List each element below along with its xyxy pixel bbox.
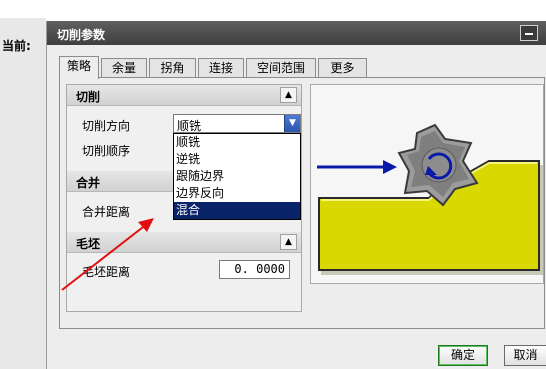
cut-direction-dropdown: 顺铣 逆铣 跟随边界 边界反向 混合 [173, 133, 301, 220]
tab-corner[interactable]: 拐角 [149, 58, 196, 78]
background-strip [0, 0, 546, 18]
feed-arrow-head [383, 160, 397, 174]
dialog-titlebar[interactable]: 切削参数 [47, 21, 546, 45]
dropdown-option[interactable]: 逆铣 [174, 151, 300, 168]
collapse-up-icon[interactable]: ▲ [280, 234, 297, 250]
cutting-parameters-dialog: 切削参数 策略 余量 拐角 连接 空间范围 更多 切削 ▲ 切削方向 顺铣 ▼ … [46, 21, 546, 369]
blank-distance-label: 毛坯距离 [82, 265, 131, 279]
merge-distance-label: 合并距离 [82, 205, 131, 219]
dropdown-option[interactable]: 跟随边界 [174, 168, 300, 185]
section-merge-title: 合并 [76, 176, 101, 190]
dialog-title: 切削参数 [57, 28, 106, 42]
background-window [0, 18, 46, 369]
cut-direction-value: 顺铣 [177, 119, 202, 133]
collapse-up-icon[interactable]: ▲ [280, 87, 297, 103]
cut-direction-select[interactable]: 顺铣 ▼ [173, 114, 301, 133]
chevron-down-icon[interactable]: ▼ [284, 115, 300, 132]
dropdown-option[interactable]: 顺铣 [174, 134, 300, 151]
section-blank-title: 毛坯 [76, 237, 101, 251]
minimize-icon[interactable] [520, 25, 538, 41]
cut-direction-label: 切削方向 [82, 119, 131, 133]
background-current-label: 当前: [2, 39, 31, 53]
dropdown-option[interactable]: 边界反向 [174, 185, 300, 202]
cut-order-label: 切削顺序 [82, 144, 131, 158]
tab-spatial-range[interactable]: 空间范围 [246, 58, 316, 78]
preview-illustration [317, 123, 544, 275]
cancel-button[interactable]: 取消 [504, 345, 546, 366]
tab-content: 切削 ▲ 切削方向 顺铣 ▼ 切削顺序 合并 ▲ 合并距离 毛坯 ▲ 毛坯距离 … [59, 77, 545, 329]
tab-stock[interactable]: 余量 [101, 58, 147, 78]
blank-distance-input[interactable]: 0. 0000 [219, 260, 290, 279]
dropdown-option-selected[interactable]: 混合 [174, 202, 300, 219]
tab-connect[interactable]: 连接 [198, 58, 244, 78]
ok-button[interactable]: 确定 [438, 345, 488, 366]
parameter-panel: 切削 ▲ 切削方向 顺铣 ▼ 切削顺序 合并 ▲ 合并距离 毛坯 ▲ 毛坯距离 … [66, 84, 302, 312]
tab-strategy[interactable]: 策略 [59, 56, 99, 79]
cutting-preview-image [310, 84, 544, 284]
section-blank-header[interactable]: 毛坯 ▲ [67, 232, 301, 253]
section-cutting-header[interactable]: 切削 ▲ [67, 85, 301, 106]
section-cutting-title: 切削 [76, 90, 101, 104]
tab-more[interactable]: 更多 [318, 58, 367, 78]
